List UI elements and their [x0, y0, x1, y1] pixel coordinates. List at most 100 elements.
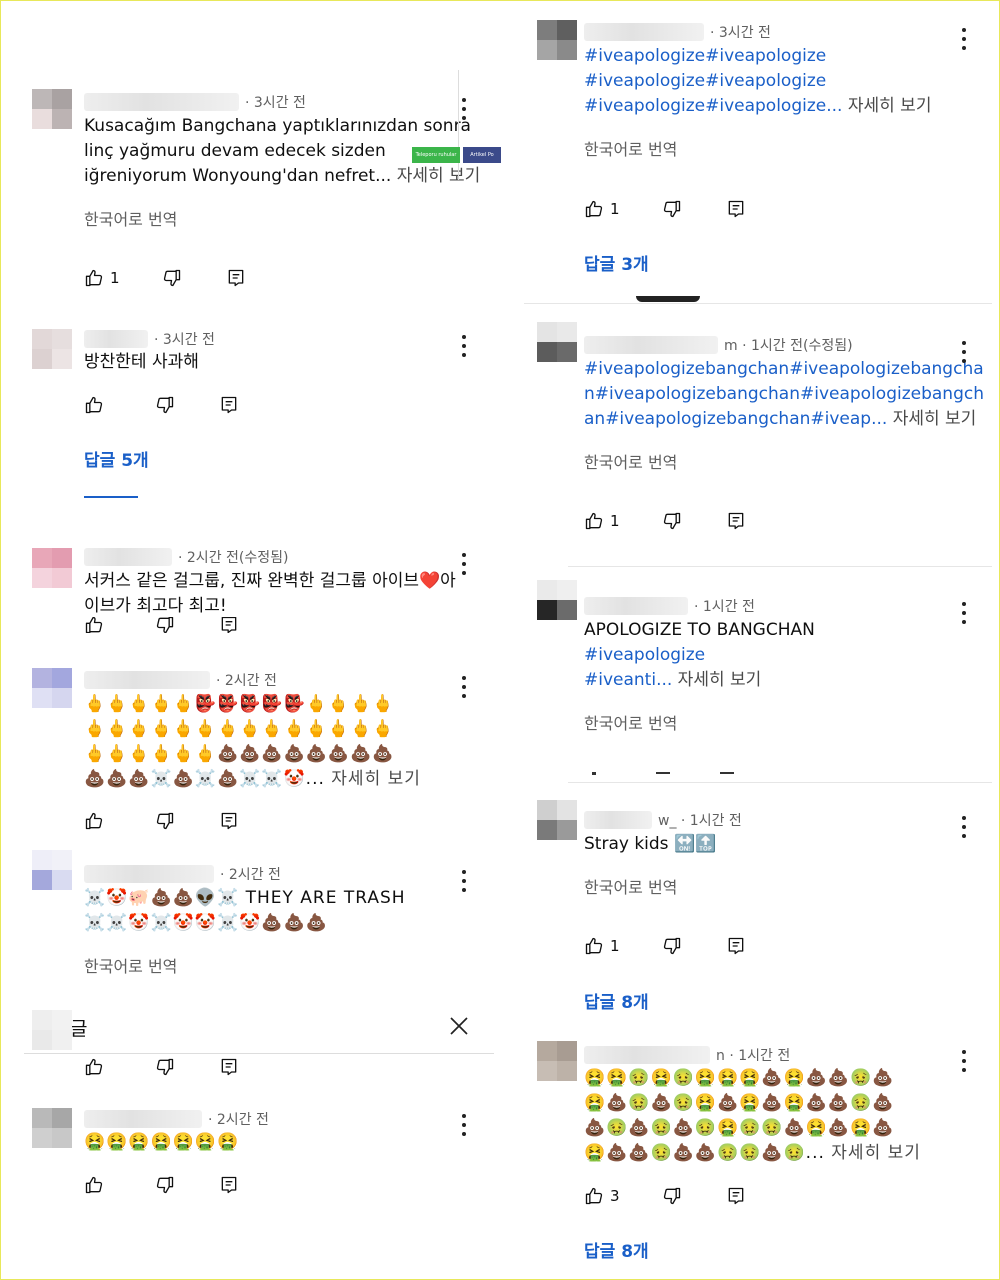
reply-button[interactable]: [726, 511, 746, 531]
username-redacted[interactable]: [584, 811, 652, 829]
view-replies-button[interactable]: 답글 3개: [584, 250, 649, 275]
avatar[interactable]: [537, 580, 577, 620]
reply-button[interactable]: [226, 268, 246, 288]
reply-button[interactable]: [219, 617, 239, 633]
thumbs-down-icon: [155, 1175, 175, 1195]
reply-button[interactable]: [726, 1186, 746, 1206]
comment-actions: [84, 1055, 239, 1079]
read-more-link[interactable]: 자세히 보기: [391, 166, 481, 186]
avatar[interactable]: [537, 322, 577, 362]
comment-meta: m · 1시간 전(수정됨): [584, 334, 853, 356]
dislike-button[interactable]: [155, 617, 175, 633]
like-button[interactable]: 3: [584, 1186, 620, 1206]
more-vert-icon[interactable]: [460, 676, 468, 698]
thumbs-down-icon: [155, 395, 175, 415]
username-redacted[interactable]: [84, 1110, 202, 1128]
dislike-button[interactable]: [155, 811, 175, 831]
dislike-button[interactable]: [662, 1186, 682, 1206]
translate-link[interactable]: 한국어로 번역: [584, 874, 677, 898]
more-vert-icon[interactable]: [460, 870, 468, 892]
dislike-button[interactable]: [155, 1175, 175, 1195]
more-vert-icon[interactable]: [960, 341, 968, 363]
view-replies-button[interactable]: 답글 8개: [584, 988, 649, 1013]
translate-link[interactable]: 한국어로 번역: [84, 206, 177, 230]
avatar[interactable]: [32, 1010, 72, 1050]
read-more-link[interactable]: 자세히 보기: [325, 769, 421, 789]
avatar[interactable]: [32, 89, 72, 129]
cropped-text-fragment: [84, 493, 144, 501]
avatar[interactable]: [537, 20, 577, 60]
like-count: 3: [610, 1187, 620, 1205]
dislike-button[interactable]: [155, 395, 175, 415]
username-redacted[interactable]: [84, 548, 172, 566]
view-replies-button[interactable]: 답글 5개: [84, 446, 149, 471]
view-replies-button[interactable]: 답글 8개: [584, 1237, 649, 1262]
username-redacted[interactable]: [584, 597, 688, 615]
more-vert-icon[interactable]: [460, 553, 468, 575]
translate-link[interactable]: 한국어로 번역: [84, 953, 177, 977]
like-button[interactable]: [84, 395, 104, 415]
avatar[interactable]: [32, 548, 72, 588]
reply-button[interactable]: [219, 1175, 239, 1195]
username-redacted[interactable]: [84, 330, 148, 348]
dislike-button[interactable]: [662, 936, 682, 956]
read-more-link[interactable]: 자세히 보기: [842, 96, 932, 116]
avatar[interactable]: [537, 1041, 577, 1081]
like-button[interactable]: 1: [84, 268, 120, 288]
dislike-button[interactable]: [662, 511, 682, 531]
comment-meta: · 3시간 전: [584, 21, 771, 43]
like-button[interactable]: [84, 617, 104, 633]
dislike-button[interactable]: [155, 1057, 175, 1077]
avatar[interactable]: [32, 850, 72, 890]
more-vert-icon[interactable]: [460, 98, 468, 120]
sheet-title: 글: [70, 1018, 88, 1040]
avatar[interactable]: [32, 1108, 72, 1148]
comment-meta: · 3시간 전: [84, 328, 215, 350]
translate-link[interactable]: 한국어로 번역: [584, 449, 677, 473]
read-more-link[interactable]: 자세히 보기: [825, 1143, 921, 1163]
comment-text: Stray kids 🔛🔝: [584, 834, 717, 854]
more-vert-icon[interactable]: [960, 28, 968, 50]
like-button[interactable]: 1: [584, 936, 620, 956]
read-more-link[interactable]: 자세히 보기: [672, 670, 762, 690]
close-icon[interactable]: [448, 1015, 470, 1037]
dislike-button[interactable]: [662, 199, 682, 219]
reply-button[interactable]: [726, 936, 746, 956]
reply-button[interactable]: [219, 1057, 239, 1077]
dislike-button[interactable]: [162, 268, 182, 288]
thumbs-down-icon: [155, 811, 175, 831]
like-button[interactable]: [84, 1057, 104, 1077]
comment-meta: w_ · 1시간 전: [584, 809, 742, 831]
reply-button[interactable]: [219, 811, 239, 831]
thumbs-down-icon: [155, 1057, 175, 1077]
more-vert-icon[interactable]: [460, 335, 468, 357]
username-redacted[interactable]: [584, 23, 704, 41]
more-vert-icon[interactable]: [960, 602, 968, 624]
more-vert-icon[interactable]: [960, 816, 968, 838]
more-vert-icon[interactable]: [960, 1050, 968, 1072]
username-redacted[interactable]: [584, 1046, 710, 1064]
username-redacted[interactable]: [84, 93, 239, 111]
comment-meta: · 2시간 전: [84, 669, 277, 691]
reply-icon: [219, 1057, 239, 1077]
translate-link[interactable]: 한국어로 번역: [584, 710, 677, 734]
like-count: 1: [110, 269, 120, 287]
username-redacted[interactable]: [84, 865, 214, 883]
thumbs-down-icon: [662, 511, 682, 531]
more-vert-icon[interactable]: [460, 1114, 468, 1136]
translate-link[interactable]: 한국어로 번역: [584, 136, 677, 160]
reply-button[interactable]: [219, 395, 239, 415]
like-button[interactable]: 1: [584, 511, 620, 531]
like-count: 1: [610, 200, 620, 218]
username-redacted[interactable]: [584, 336, 718, 354]
avatar[interactable]: [32, 329, 72, 369]
like-button[interactable]: 1: [584, 199, 620, 219]
avatar[interactable]: [537, 800, 577, 840]
avatar[interactable]: [32, 668, 72, 708]
like-button[interactable]: [84, 1175, 104, 1195]
username-redacted[interactable]: [84, 671, 210, 689]
reply-icon: [219, 617, 239, 633]
reply-button[interactable]: [726, 199, 746, 219]
read-more-link[interactable]: 자세히 보기: [887, 409, 977, 429]
like-button[interactable]: [84, 811, 104, 831]
